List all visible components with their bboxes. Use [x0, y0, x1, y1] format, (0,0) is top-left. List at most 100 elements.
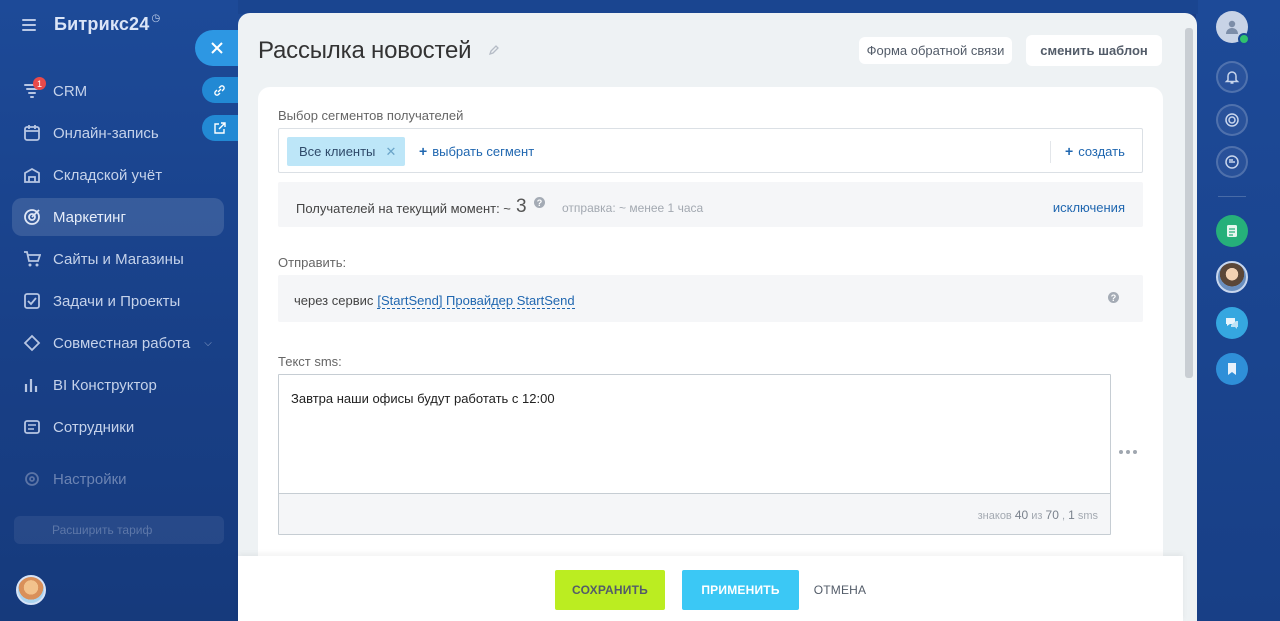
sidebar-nav: 1 CRM Онлайн-запись Складской учёт Марке… [12, 72, 224, 502]
spiral-icon [1225, 113, 1239, 127]
provider-link[interactable]: [StartSend] Провайдер StartSend [377, 293, 575, 309]
divider [1050, 141, 1051, 163]
sidebar-item-booking[interactable]: Онлайн-запись [12, 114, 224, 152]
recipients-box: Получателей на текущий момент: ~ 3 ? отп… [278, 182, 1143, 227]
scrollbar[interactable] [1185, 28, 1193, 378]
counter-sep: , [1061, 510, 1066, 522]
sidebar-item-label: Сайты и Магазины [53, 250, 184, 268]
apply-button[interactable]: ПРИМЕНИТЬ [682, 570, 799, 610]
segment-chip-label: Все клиенты [299, 144, 376, 159]
newsletter-form: Выбор сегментов получателей Все клиенты … [258, 87, 1163, 621]
recipients-text: Получателей на текущий момент: ~ [296, 201, 511, 216]
sms-count: 1 [1068, 508, 1075, 522]
chat-refresh-icon [1225, 155, 1239, 169]
chat-bubbles-icon [1226, 318, 1238, 329]
sidebar-item-label: Сотрудники [53, 418, 135, 436]
send-label: Отправить: [278, 255, 347, 270]
logo[interactable]: Битрикс24 [54, 14, 149, 35]
save-button[interactable]: СОХРАНИТЬ [555, 570, 665, 610]
more-options-icon[interactable] [1119, 450, 1137, 454]
sidebar-item-label: Настройки [53, 470, 127, 488]
sms-counter: знаков 40 из 70 , 1 sms [978, 508, 1098, 522]
sidebar-item-collab[interactable]: Совместная работа ⌵ [12, 324, 224, 362]
change-template-button[interactable]: сменить шаблон [1026, 35, 1162, 66]
user-icon [1226, 20, 1238, 34]
puzzle-icon [22, 333, 42, 353]
char-max: 70 [1045, 508, 1059, 522]
remove-chip-icon[interactable]: ✕ [386, 144, 397, 160]
sms-text[interactable]: Завтра наши офисы будут работать с 12:00 [291, 391, 555, 406]
sidebar-item-tasks[interactable]: Задачи и Проекты [12, 282, 224, 320]
sidebar-item-label: BI Конструктор [53, 376, 157, 394]
gear-icon [22, 469, 42, 489]
bell-icon [1224, 71, 1240, 84]
link-icon [214, 84, 225, 96]
divider [1218, 196, 1246, 197]
help-icon[interactable]: ? [1108, 292, 1119, 303]
sms-word: sms [1077, 510, 1098, 522]
warehouse-icon [22, 165, 42, 185]
sidebar-item-label: CRM [53, 82, 88, 100]
sidebar-item-label: Совместная работа [53, 334, 191, 352]
cancel-button[interactable]: ОТМЕНА [810, 570, 870, 610]
exclusions-link[interactable]: исключения [1053, 200, 1125, 215]
sms-label: Текст sms: [278, 354, 342, 369]
sidebar-item-sites[interactable]: Сайты и Магазины [12, 240, 224, 278]
send-eta: отправка: ~ менее 1 часа [562, 201, 704, 215]
sidebar-item-marketing[interactable]: Маркетинг [12, 198, 224, 236]
bookmark-icon [1228, 363, 1236, 375]
notifications-button[interactable] [1216, 61, 1248, 93]
sidebar-item-label: Задачи и Проекты [53, 292, 181, 310]
online-status-icon [1238, 33, 1250, 45]
checkbox-icon [22, 291, 42, 311]
sidebar-item-label: Складской учёт [53, 166, 163, 184]
recipients-count: 3 [516, 196, 527, 217]
sidebar-item-inventory[interactable]: Складской учёт [12, 156, 224, 194]
target-icon [22, 207, 42, 227]
crm-badge: 1 [33, 77, 46, 90]
calendar-icon [22, 123, 42, 143]
sidebar-item-settings[interactable]: Настройки [12, 460, 224, 498]
counter-prefix: знаков [977, 510, 1012, 522]
bookmarks-button[interactable] [1216, 353, 1248, 385]
create-segment-label: создать [1078, 143, 1125, 159]
select-segment-label: выбрать сегмент [432, 143, 535, 159]
sms-textarea[interactable]: Завтра наши офисы будут работать с 12:00… [278, 374, 1111, 535]
top-header-strip [238, 0, 1198, 14]
segment-chip[interactable]: Все клиенты ✕ [287, 137, 406, 166]
external-link-icon [214, 121, 226, 134]
via-text: через сервис [294, 293, 374, 308]
segments-selector[interactable]: Все клиенты ✕ + выбрать сегмент + создат… [278, 128, 1143, 173]
pencil-icon[interactable] [488, 44, 500, 56]
cart-icon [22, 249, 42, 269]
char-count: 40 [1014, 508, 1029, 522]
sidebar-item-bi[interactable]: BI Конструктор [12, 366, 224, 404]
avatar[interactable] [16, 575, 46, 605]
list-icon [22, 417, 42, 437]
form-footer: СОХРАНИТЬ ПРИМЕНИТЬ ОТМЕНА [238, 556, 1183, 621]
select-segment-link[interactable]: + выбрать сегмент [419, 143, 534, 159]
close-icon [211, 42, 223, 54]
feedback-form-button[interactable]: Форма обратной связи [859, 37, 1012, 64]
document-icon [1227, 225, 1237, 237]
chat-sync-button[interactable] [1216, 146, 1248, 178]
help-icon[interactable]: ? [534, 197, 545, 208]
segments-label: Выбор сегментов получателей [278, 108, 464, 123]
user-avatar[interactable] [1216, 11, 1250, 45]
sms-footer: знаков 40 из 70 , 1 sms [279, 493, 1110, 534]
open-lines-button[interactable] [1216, 307, 1248, 339]
newsletter-slider: Рассылка новостей Форма обратной связи с… [238, 13, 1197, 621]
upgrade-tariff-button[interactable]: Расширить тариф [14, 516, 224, 544]
feed-button[interactable] [1216, 215, 1248, 247]
menu-icon[interactable] [22, 18, 36, 31]
sidebar-item-employees[interactable]: Сотрудники [12, 408, 224, 446]
plus-icon: + [419, 143, 428, 159]
chevron-down-icon[interactable]: ⌵ [204, 338, 212, 349]
plus-icon: + [1065, 143, 1074, 159]
clock-icon: ◷ [151, 13, 161, 24]
sidebar-item-crm[interactable]: 1 CRM [12, 72, 224, 110]
page-title: Рассылка новостей [258, 37, 472, 64]
create-segment-link[interactable]: + создать [1065, 143, 1125, 159]
copilot-button[interactable] [1216, 104, 1248, 136]
contact-avatar[interactable] [1216, 261, 1248, 293]
